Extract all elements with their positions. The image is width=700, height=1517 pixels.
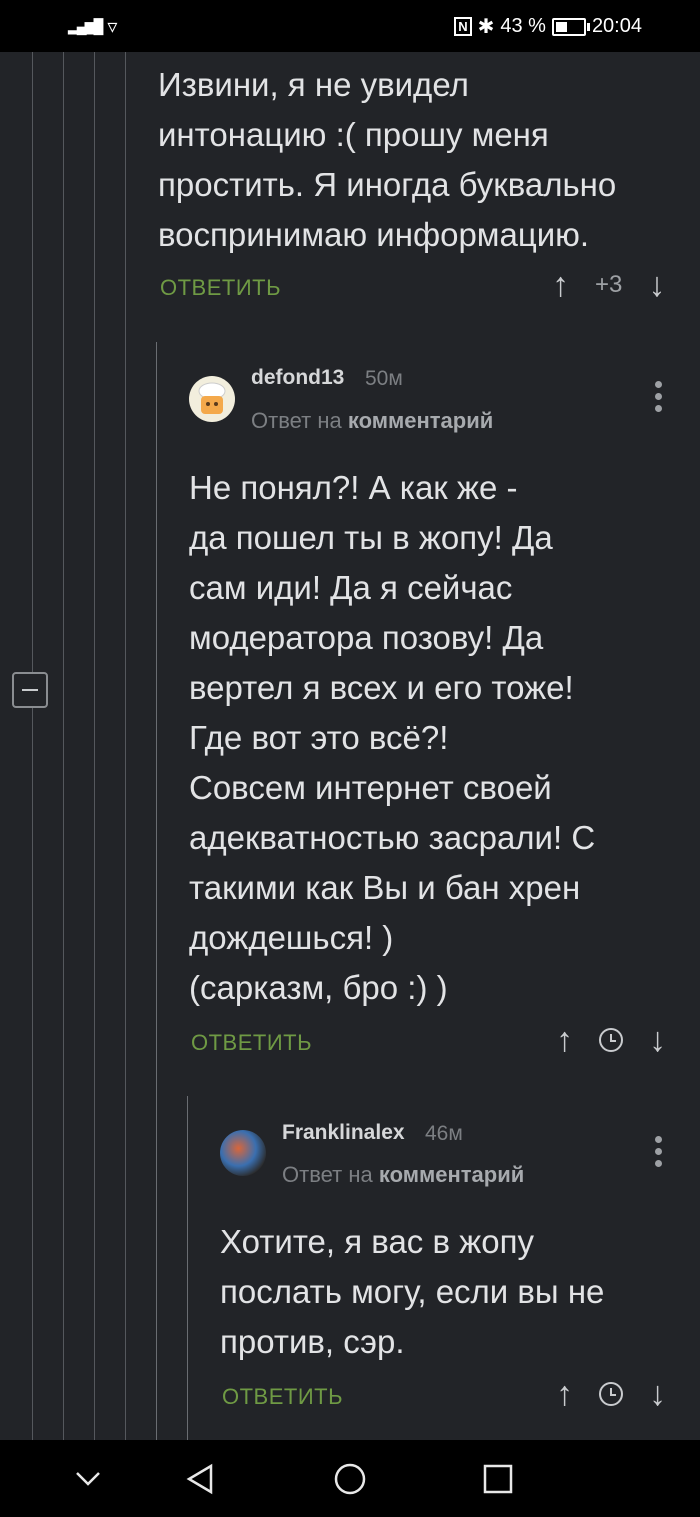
username[interactable]: Franklinalex — [282, 1121, 405, 1145]
reply-to-link[interactable]: комментарий — [348, 408, 493, 433]
thread-line — [156, 342, 157, 1440]
clock-time: 20:04 — [591, 15, 642, 37]
avatar[interactable] — [220, 1130, 266, 1176]
nfc-icon: N — [454, 17, 472, 36]
reply-to: Ответ на комментарий — [251, 408, 493, 434]
status-bar: ▂▄▆█ ▿ N ✱ 43 % 20:04 — [0, 0, 700, 52]
vote-controls: ↑ +3 ↓ — [552, 268, 665, 302]
reply-button[interactable]: ОТВЕТИТЬ — [222, 1384, 343, 1410]
nav-hide-button[interactable] — [62, 1440, 114, 1517]
nav-recents-button[interactable] — [472, 1440, 524, 1517]
thread-line — [94, 52, 95, 1440]
comment-text: Извини, я не увидел интонацию :( прошу м… — [158, 66, 617, 253]
wifi-icon: ▿ — [107, 16, 118, 38]
reply-to-prefix: Ответ на — [282, 1162, 373, 1187]
battery-percent: 43 % — [500, 15, 546, 37]
back-icon — [186, 1463, 213, 1494]
reply-to-prefix: Ответ на — [251, 408, 342, 433]
nav-back-button[interactable] — [174, 1440, 226, 1517]
thread-line — [63, 52, 64, 1440]
comment-text: Не понял?! А как же - да пошел ты в жопу… — [189, 469, 596, 1006]
battery-icon — [551, 17, 590, 36]
reply-button[interactable]: ОТВЕТИТЬ — [191, 1030, 312, 1056]
recents-icon — [483, 1464, 513, 1493]
more-options-icon[interactable] — [655, 1136, 663, 1167]
upvote-icon[interactable]: ↑ — [552, 268, 569, 302]
clock-icon — [599, 1382, 623, 1406]
downvote-icon[interactable]: ↓ — [649, 1023, 666, 1057]
comment-time: 50м — [365, 367, 403, 390]
downvote-icon[interactable]: ↓ — [649, 1377, 666, 1411]
vote-controls: ↑ ↓ — [556, 1023, 666, 1057]
thread-line — [187, 1096, 188, 1440]
thread-line — [125, 52, 126, 1440]
more-options-icon[interactable] — [655, 381, 663, 412]
signal-icon: ▂▄▆█ — [68, 18, 103, 34]
reply-to-link[interactable]: комментарий — [379, 1162, 524, 1187]
username[interactable]: defond13 — [251, 366, 344, 390]
thread-line — [32, 52, 33, 1440]
reply-button[interactable]: ОТВЕТИТЬ — [160, 275, 281, 301]
chevron-down-icon — [76, 1471, 100, 1486]
comment-text: Хотите, я вас в жопу послать могу, если … — [220, 1223, 605, 1360]
reply-to: Ответ на комментарий — [282, 1162, 524, 1188]
system-nav-bar — [0, 1440, 700, 1517]
bluetooth-icon: ✱ — [477, 16, 495, 38]
vote-controls: ↑ ↓ — [556, 1377, 666, 1411]
comment-time: 46м — [425, 1122, 463, 1145]
avatar[interactable] — [189, 376, 235, 422]
downvote-icon[interactable]: ↓ — [648, 268, 665, 302]
nav-home-button[interactable] — [324, 1440, 376, 1517]
upvote-icon[interactable]: ↑ — [556, 1023, 573, 1057]
collapse-thread-button[interactable] — [12, 672, 48, 708]
score-value: +3 — [595, 271, 623, 298]
upvote-icon[interactable]: ↑ — [556, 1377, 573, 1411]
home-icon — [334, 1463, 366, 1494]
clock-icon — [599, 1028, 623, 1052]
